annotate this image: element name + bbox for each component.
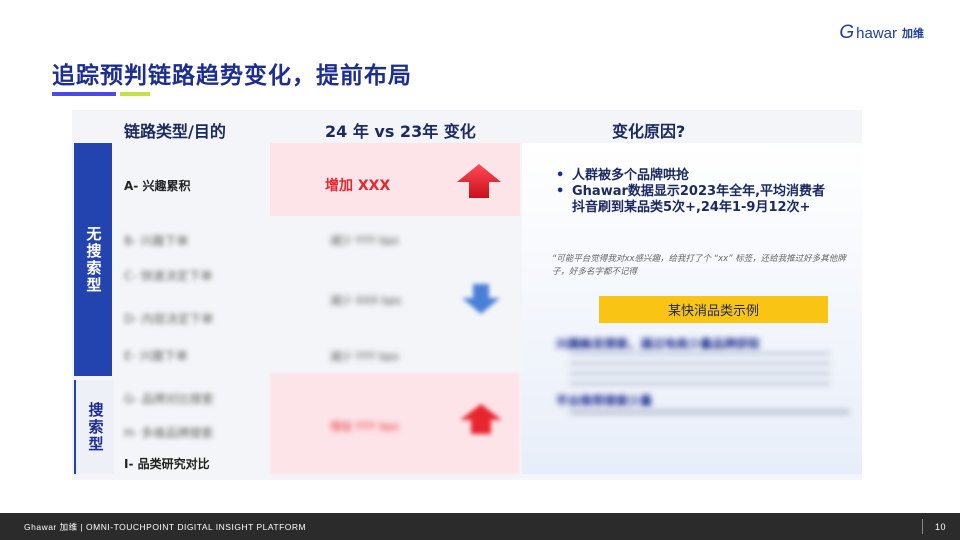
footer-bar: Ghawar 加维 | OMNI-TOUCHPOINT DIGITAL INSI…: [0, 513, 960, 540]
change-value-g: 增加 YYY bps: [330, 420, 399, 433]
change-value-a: 增加 XXX: [325, 178, 391, 194]
logo-cn: 加维: [902, 28, 924, 40]
row-label-b: B- 兴趣下单: [124, 234, 189, 248]
header-link-type: 链路类型/目的: [124, 122, 226, 141]
reason-blurred-lines-1: [570, 352, 830, 388]
change-value-d: 减少 XXX bps: [330, 294, 402, 307]
footer-divider: [922, 519, 923, 534]
row-label-d: D- 内容决定下单: [124, 312, 214, 326]
header-change: 24 年 vs 23年 变化: [325, 122, 476, 141]
row-label-g: H- 多维品牌搜索: [124, 426, 214, 440]
reason-blurred-2: 平台推荐搜索少量: [556, 394, 653, 408]
arrow-up-icon: [457, 164, 501, 198]
logo-mark: G: [839, 22, 855, 43]
change-value-e: 减少 YYY bps: [330, 350, 399, 363]
example-tag: 某快消品类示例: [599, 296, 828, 323]
arrow-up-small-icon: [460, 404, 502, 434]
row-label-i: I- 品类研究对比: [124, 457, 210, 471]
arrow-down-icon: [462, 284, 500, 314]
reason-bullet-1: 人群被多个品牌哄抢: [556, 168, 836, 184]
title-underline-primary: [52, 92, 116, 96]
logo-text: hawar: [856, 24, 897, 42]
change-value-b: 减少 YYY bps: [330, 234, 399, 247]
row-label-f: G- 品牌对比搜索: [124, 392, 214, 406]
row-label-c: C- 快速决定下单: [124, 269, 213, 283]
title-underline-accent: [120, 92, 150, 96]
reason-blurred-1: 兴趣触发搜索，通过电商少量品牌获取: [556, 337, 761, 351]
header-reason: 变化原因?: [612, 122, 686, 141]
page-title: 追踪预判链路趋势变化，提前布局: [52, 63, 412, 89]
page-number: 10: [934, 521, 946, 532]
row-label-e: E- 兴趣下单: [124, 349, 188, 363]
brand-logo: G hawar 加维: [839, 22, 924, 44]
reason-bullets: 人群被多个品牌哄抢 Ghawar数据显示2023年全年,平均消费者抖音刷到某品类…: [556, 168, 836, 216]
reason-bullet-2: Ghawar数据显示2023年全年,平均消费者抖音刷到某品类5次+,24年1-9…: [556, 184, 836, 216]
row-label-a: A- 兴趣累积: [124, 179, 191, 193]
side-label-no-search: 无搜索型: [74, 143, 112, 376]
side-label-search: 搜索型: [74, 380, 114, 474]
consumer-quote: “可能平台觉得我对xx感兴趣，给我打了个 “xx” 标签，还给我推过好多其他牌子…: [552, 254, 846, 277]
footer-text: Ghawar 加维 | OMNI-TOUCHPOINT DIGITAL INSI…: [24, 521, 307, 532]
reason-blurred-lines-2: [570, 409, 850, 415]
